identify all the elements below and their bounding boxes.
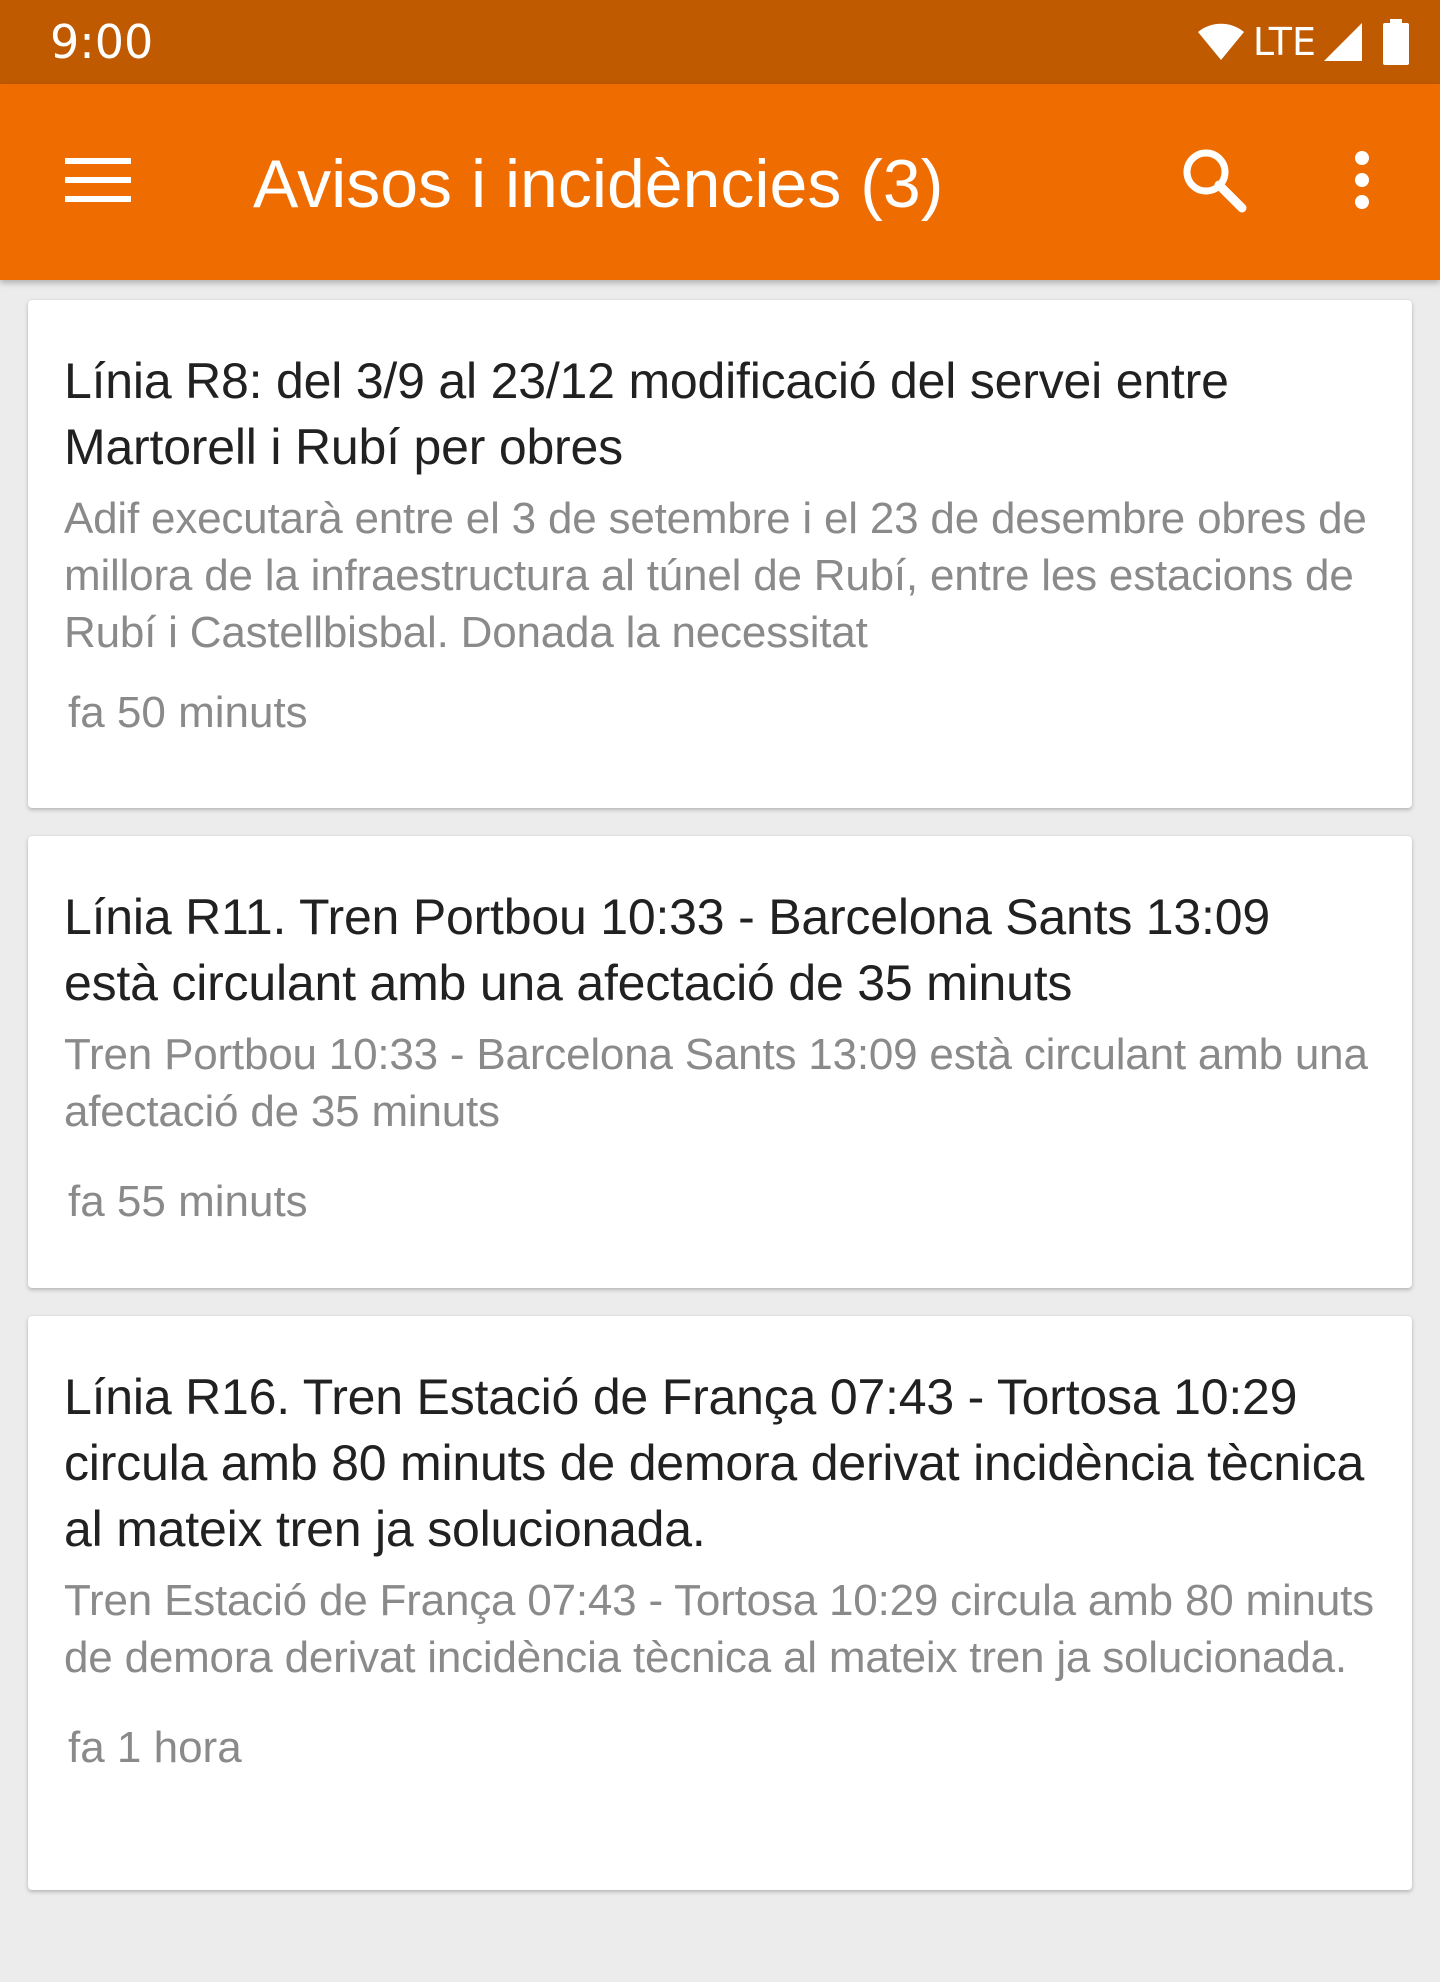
notice-title: Línia R16. Tren Estació de França 07:43 … <box>64 1369 1365 1557</box>
notice-title: Línia R8: del 3/9 al 23/12 modificació d… <box>64 353 1229 475</box>
notice-card[interactable]: Línia R16. Tren Estació de França 07:43 … <box>28 1316 1412 1890</box>
notice-body: Adif executarà entre el 3 de setembre i … <box>64 494 1367 657</box>
menu-button[interactable] <box>46 142 150 222</box>
more-options-button[interactable] <box>1322 142 1402 222</box>
menu-icon <box>65 156 131 209</box>
status-time: 9:00 <box>50 15 154 69</box>
search-button[interactable] <box>1166 142 1262 222</box>
notice-time: fa 50 minuts <box>68 688 308 737</box>
search-icon <box>1181 147 1247 218</box>
app-bar: Avisos i incidències (3) <box>0 84 1440 280</box>
cell-signal-icon <box>1322 21 1364 63</box>
notice-card[interactable]: Línia R11. Tren Portbou 10:33 - Barcelon… <box>28 836 1412 1288</box>
notices-list: Línia R8: del 3/9 al 23/12 modificació d… <box>28 300 1412 1918</box>
notice-title: Línia R11. Tren Portbou 10:33 - Barcelon… <box>64 889 1270 1011</box>
network-type: LTE <box>1252 20 1316 64</box>
wifi-icon <box>1197 22 1245 62</box>
notice-time: fa 55 minuts <box>68 1177 308 1226</box>
more-vert-icon <box>1352 150 1372 215</box>
battery-icon <box>1382 19 1410 65</box>
page-title: Avisos i incidències (3) <box>253 146 944 222</box>
status-icons: LTE <box>1197 16 1410 68</box>
notice-card[interactable]: Línia R8: del 3/9 al 23/12 modificació d… <box>28 300 1412 808</box>
notice-body: Tren Portbou 10:33 - Barcelona Sants 13:… <box>64 1030 1368 1136</box>
status-bar: 9:00 LTE <box>0 0 1440 84</box>
notice-time: fa 1 hora <box>68 1723 242 1772</box>
notice-body: Tren Estació de França 07:43 - Tortosa 1… <box>64 1576 1374 1682</box>
